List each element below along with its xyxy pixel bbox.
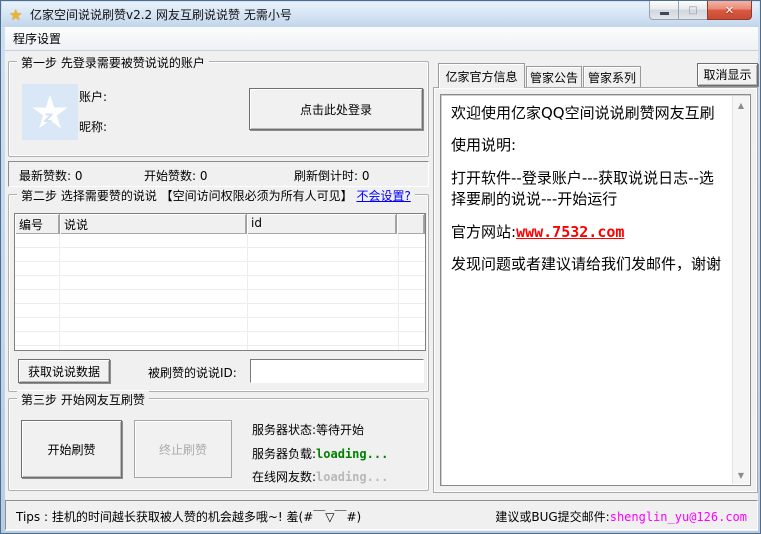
column-divider <box>59 234 60 350</box>
scroll-up-icon[interactable]: ▲ <box>733 97 749 113</box>
server-load-value: loading... <box>316 447 388 461</box>
posts-table-header: 编号 说说 id <box>15 214 425 234</box>
column-header-id[interactable]: id <box>247 214 397 234</box>
posts-table-body[interactable] <box>15 234 425 350</box>
target-id-input[interactable] <box>250 359 424 383</box>
minimize-button[interactable] <box>649 1 678 20</box>
server-status-label: 服务器状态: <box>252 423 316 437</box>
footer-bar: Tips : 挂机的时间越长获取被人赞的机会越多哦~! 羞(#￣▽￣#) 建议或… <box>5 500 758 530</box>
server-status-line: 服务器状态:等待开始 <box>252 421 364 438</box>
info-scrollbar[interactable]: ▲ ▼ <box>732 96 749 484</box>
server-status-value: 等待开始 <box>316 423 364 437</box>
start-liking-button[interactable]: 开始刷赞 <box>21 420 122 478</box>
client-area: 程序设置 第一步 先登录需要被赞说说的账户 ★ z 账户: 昵称: 点击此处登录… <box>5 27 758 531</box>
column-header-post[interactable]: 说说 <box>60 214 247 234</box>
tab-series[interactable]: 管家系列 <box>583 66 641 88</box>
tips-text: Tips : 挂机的时间越长获取被人赞的机会越多哦~! 羞(#￣▽￣#) <box>16 508 361 525</box>
latest-likes-value: 0 <box>75 169 83 183</box>
step2-title: 第二步 选择需要赞的说说 【空间访问权限必须为所有人可见】 <box>21 189 353 203</box>
step1-group: 第一步 先登录需要被赞说说的账户 ★ z 账户: 昵称: 点击此处登录 <box>8 61 429 157</box>
start-likes-stat: 开始赞数: 0 <box>144 167 208 184</box>
column-divider <box>247 234 248 350</box>
column-header-number[interactable]: 编号 <box>15 214 60 234</box>
posts-table[interactable]: 编号 说说 id <box>14 213 426 351</box>
info-textarea[interactable]: 欢迎使用亿家QQ空间说说刷赞网友互刷 使用说明: 打开软件--登录账户---获取… <box>440 94 751 486</box>
app-window: ★ 亿家空间说说刷赞v2.2 网友互刷说说赞 无需小号 □ ✕ 程序设置 第一步… <box>0 0 761 534</box>
maximize-button[interactable]: □ <box>678 1 707 20</box>
minimize-icon <box>660 12 669 15</box>
target-id-label: 被刷赞的说说ID: <box>148 364 237 381</box>
latest-likes-stat: 最新赞数: 0 <box>19 167 83 184</box>
logo-z-glyph: z <box>44 108 53 126</box>
site-line: 官方网站:www.7532.com <box>451 222 724 244</box>
info-panel: 欢迎使用亿家QQ空间说说刷赞网友互刷 使用说明: 打开软件--登录账户---获取… <box>433 87 758 493</box>
close-icon: ✕ <box>725 4 734 17</box>
menu-item-settings[interactable]: 程序设置 <box>5 28 69 49</box>
email-label: 建议或BUG提交邮件: <box>495 510 609 524</box>
server-load-line: 服务器负载:loading... <box>252 445 388 462</box>
refresh-countdown-value: 0 <box>362 169 370 183</box>
online-users-value: loading... <box>316 470 388 484</box>
scroll-down-icon[interactable]: ▼ <box>733 467 749 483</box>
welcome-text: 欢迎使用亿家QQ空间说说刷赞网友互刷 <box>451 103 724 125</box>
refresh-countdown-stat: 刷新倒计时: 0 <box>294 167 370 184</box>
feedback-email-line: 建议或BUG提交邮件:shenglin_yu@126.com <box>495 508 747 525</box>
help-link[interactable]: 不会设置? <box>356 189 410 203</box>
server-load-label: 服务器负载: <box>252 447 316 461</box>
stop-liking-button: 终止刷赞 <box>134 420 232 478</box>
cancel-display-button[interactable]: 取消显示 <box>697 63 758 86</box>
qzone-logo: ★ z <box>22 84 78 140</box>
nickname-label: 昵称: <box>79 118 107 135</box>
tab-announcements[interactable]: 管家公告 <box>526 66 582 88</box>
latest-likes-label: 最新赞数: <box>19 169 71 183</box>
official-site-link[interactable]: www.7532.com <box>516 223 624 241</box>
site-label: 官方网站: <box>451 223 516 241</box>
usage-steps: 打开软件--登录账户---获取说说日志--选择要刷的说说---开始运行 <box>451 168 724 212</box>
stats-panel: 最新赞数: 0 开始赞数: 0 刷新倒计时: 0 <box>8 161 429 187</box>
start-likes-label: 开始赞数: <box>144 169 196 183</box>
window-controls: □ ✕ <box>649 1 752 20</box>
step2-header: 第二步 选择需要赞的说说 【空间访问权限必须为所有人可见】 不会设置? <box>17 187 415 204</box>
tab-official-info[interactable]: 亿家官方信息 <box>438 63 525 88</box>
step2-group: 第二步 选择需要赞的说说 【空间访问权限必须为所有人可见】 不会设置? 编号 说… <box>8 194 429 392</box>
step1-title: 第一步 先登录需要被赞说说的账户 <box>17 54 209 71</box>
close-button[interactable]: ✕ <box>707 1 752 20</box>
column-header-filler <box>397 214 425 234</box>
online-users-label: 在线网友数: <box>252 470 316 484</box>
titlebar[interactable]: ★ 亿家空间说说刷赞v2.2 网友互刷说说赞 无需小号 <box>2 2 759 27</box>
app-star-icon: ★ <box>9 7 25 23</box>
refresh-countdown-label: 刷新倒计时: <box>294 169 358 183</box>
feedback-text: 发现问题或者建议请给我们发邮件，谢谢 <box>451 254 724 276</box>
step3-title: 第三步 开始网友互刷赞 <box>17 391 149 408</box>
info-text: 欢迎使用亿家QQ空间说说刷赞网友互刷 使用说明: 打开软件--登录账户---获取… <box>451 103 724 481</box>
menubar: 程序设置 <box>5 27 758 51</box>
window-title: 亿家空间说说刷赞v2.2 网友互刷说说赞 无需小号 <box>30 6 292 23</box>
email-address[interactable]: shenglin_yu@126.com <box>610 510 747 524</box>
login-button[interactable]: 点击此处登录 <box>249 88 423 130</box>
online-users-line: 在线网友数:loading... <box>252 468 388 485</box>
maximize-icon: □ <box>688 5 697 16</box>
column-divider <box>398 234 399 350</box>
usage-title: 使用说明: <box>451 135 724 157</box>
step3-group: 第三步 开始网友互刷赞 开始刷赞 终止刷赞 服务器状态:等待开始 服务器负载:l… <box>8 398 429 491</box>
start-likes-value: 0 <box>200 169 208 183</box>
account-label: 账户: <box>79 88 107 105</box>
fetch-posts-button[interactable]: 获取说说数据 <box>18 359 110 383</box>
